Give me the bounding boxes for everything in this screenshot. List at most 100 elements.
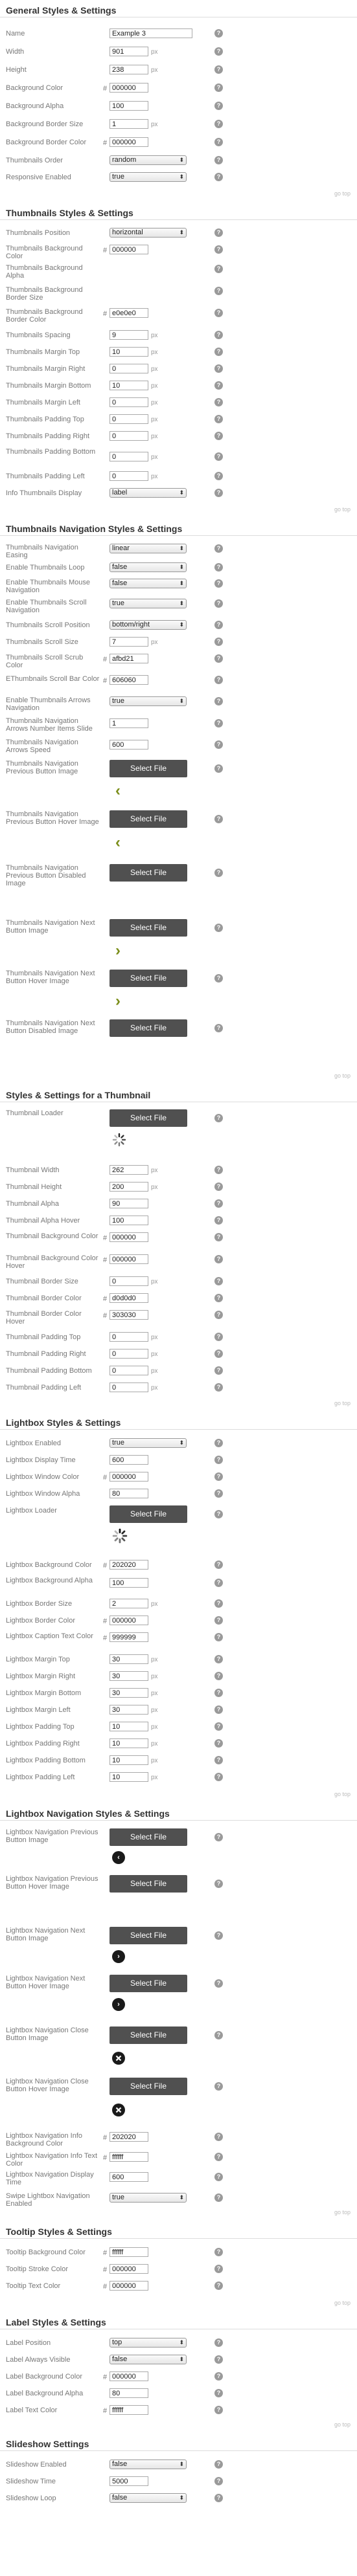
help-icon[interactable]: ?	[214, 1689, 223, 1697]
lb-padding-left-input[interactable]	[109, 1772, 148, 1782]
lb-window-color-input[interactable]	[109, 1472, 148, 1482]
thumb-bg-color-input[interactable]	[109, 1232, 148, 1242]
help-icon[interactable]: ?	[214, 579, 223, 588]
bar-color-input[interactable]	[109, 675, 148, 685]
select-file-button[interactable]: Select File	[109, 2078, 187, 2095]
select-file-button[interactable]: Select File	[109, 970, 187, 987]
help-icon[interactable]: ?	[214, 1311, 223, 1319]
lb-info-text-input[interactable]	[109, 2152, 148, 2162]
help-icon[interactable]: ?	[214, 2477, 223, 2485]
help-icon[interactable]: ?	[214, 472, 223, 480]
help-icon[interactable]: ?	[214, 309, 223, 317]
help-icon[interactable]: ?	[214, 489, 223, 497]
select-file-button[interactable]: Select File	[109, 1109, 187, 1127]
go-top-link[interactable]: go top	[334, 190, 351, 197]
help-icon[interactable]: ?	[214, 1216, 223, 1225]
scrub-color-input[interactable]	[109, 654, 148, 663]
go-top-link[interactable]: go top	[334, 1400, 351, 1406]
tooltip-bg-input[interactable]	[109, 2247, 148, 2257]
help-icon[interactable]: ?	[214, 2133, 223, 2141]
help-icon[interactable]: ?	[214, 563, 223, 572]
help-icon[interactable]: ?	[214, 1979, 223, 1988]
scroll-nav-select[interactable]: true ⬍	[109, 599, 187, 608]
help-icon[interactable]: ?	[214, 2248, 223, 2256]
thumbs-border-color-input[interactable]	[109, 308, 148, 318]
lightbox-enabled-select[interactable]: true ⬍	[109, 1438, 187, 1448]
help-icon[interactable]: ?	[214, 764, 223, 773]
bg-color-input[interactable]	[109, 83, 148, 93]
lb-bg-alpha-input[interactable]	[109, 1578, 148, 1588]
help-icon[interactable]: ?	[214, 2153, 223, 2161]
help-icon[interactable]: ?	[214, 364, 223, 373]
help-icon[interactable]: ?	[214, 1672, 223, 1680]
help-icon[interactable]: ?	[214, 621, 223, 629]
lb-window-alpha-input[interactable]	[109, 1489, 148, 1498]
help-icon[interactable]: ?	[214, 2031, 223, 2039]
help-icon[interactable]: ?	[214, 2355, 223, 2364]
help-icon[interactable]: ?	[214, 173, 223, 181]
thumb-padding-top-input[interactable]	[109, 1332, 148, 1342]
thumb-width-input[interactable]	[109, 1165, 148, 1175]
lb-padding-bottom-input[interactable]	[109, 1755, 148, 1765]
thumbs-margin-left-input[interactable]	[109, 397, 148, 407]
tooltip-stroke-input[interactable]	[109, 2264, 148, 2274]
help-icon[interactable]: ?	[214, 1599, 223, 1608]
help-icon[interactable]: ?	[214, 924, 223, 932]
arrows-nav-select[interactable]: true ⬍	[109, 696, 187, 706]
help-icon[interactable]: ?	[214, 1489, 223, 1498]
label-position-select[interactable]: top ⬍	[109, 2338, 187, 2348]
help-icon[interactable]: ?	[214, 120, 223, 128]
help-icon[interactable]: ?	[214, 815, 223, 823]
scroll-size-input[interactable]	[109, 637, 148, 647]
help-icon[interactable]: ?	[214, 287, 223, 295]
thumbs-loop-select[interactable]: false ⬍	[109, 562, 187, 572]
help-icon[interactable]: ?	[214, 599, 223, 608]
help-icon[interactable]: ?	[214, 2265, 223, 2273]
border-color-input[interactable]	[109, 137, 148, 147]
help-icon[interactable]: ?	[214, 2173, 223, 2181]
go-top-link[interactable]: go top	[334, 506, 351, 513]
slideshow-enabled-select[interactable]: false ⬍	[109, 2459, 187, 2469]
help-icon[interactable]: ?	[214, 1383, 223, 1392]
help-icon[interactable]: ?	[214, 1931, 223, 1940]
help-icon[interactable]: ?	[214, 156, 223, 164]
responsive-select[interactable]: true ⬍	[109, 172, 187, 182]
help-icon[interactable]: ?	[214, 2494, 223, 2502]
arrows-speed-input[interactable]	[109, 740, 148, 749]
help-icon[interactable]: ?	[214, 452, 223, 461]
help-icon[interactable]: ?	[214, 1439, 223, 1447]
thumbs-bg-color-input[interactable]	[109, 245, 148, 254]
slideshow-loop-select[interactable]: false ⬍	[109, 2493, 187, 2503]
select-file-button[interactable]: Select File	[109, 1927, 187, 1944]
help-icon[interactable]: ?	[214, 102, 223, 110]
help-icon[interactable]: ?	[214, 2460, 223, 2469]
help-icon[interactable]: ?	[214, 348, 223, 356]
help-icon[interactable]: ?	[214, 1756, 223, 1764]
bg-alpha-input[interactable]	[109, 101, 148, 111]
slideshow-time-input[interactable]	[109, 2476, 148, 2486]
help-icon[interactable]: ?	[214, 2389, 223, 2397]
thumbs-margin-top-input[interactable]	[109, 347, 148, 357]
mouse-nav-select[interactable]: false ⬍	[109, 579, 187, 588]
label-bg-alpha-input[interactable]	[109, 2388, 148, 2398]
thumbs-padding-right-input[interactable]	[109, 431, 148, 441]
help-icon[interactable]: ?	[214, 1616, 223, 1625]
help-icon[interactable]: ?	[214, 869, 223, 877]
go-top-link[interactable]: go top	[334, 2421, 351, 2428]
help-icon[interactable]: ?	[214, 1722, 223, 1731]
help-icon[interactable]: ?	[214, 1333, 223, 1341]
help-icon[interactable]: ?	[214, 1366, 223, 1375]
help-icon[interactable]: ?	[214, 245, 223, 254]
help-icon[interactable]: ?	[214, 65, 223, 74]
select-file-button[interactable]: Select File	[109, 864, 187, 882]
thumb-height-input[interactable]	[109, 1182, 148, 1192]
thumbs-padding-top-input[interactable]	[109, 414, 148, 424]
lb-info-bg-input[interactable]	[109, 2132, 148, 2142]
help-icon[interactable]: ?	[214, 228, 223, 237]
lb-display-time-input[interactable]	[109, 1455, 148, 1465]
thumbs-order-select[interactable]: random ⬍	[109, 155, 187, 165]
thumb-border-color-input[interactable]	[109, 1293, 148, 1303]
lb-margin-top-input[interactable]	[109, 1654, 148, 1664]
thumbs-margin-bottom-input[interactable]	[109, 381, 148, 390]
go-top-link[interactable]: go top	[334, 1791, 351, 1797]
